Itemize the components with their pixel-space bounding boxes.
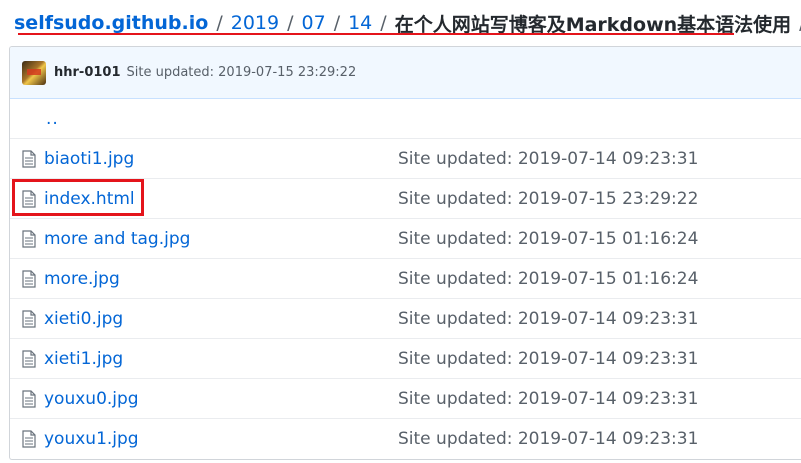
file-name-link[interactable]: biaoti1.jpg <box>44 149 134 169</box>
file-row: youxu1.jpg Site updated: 2019-07-14 09:2… <box>10 419 801 459</box>
latest-commit-bar: hhr-0101 Site updated: 2019-07-15 23:29:… <box>10 47 801 99</box>
commit-author-link[interactable]: hhr-0101 <box>54 65 121 80</box>
commit-message: Site updated: 2019-07-15 23:29:22 <box>126 65 357 80</box>
parent-directory-link[interactable]: .. <box>46 109 59 129</box>
file-icon <box>22 269 36 288</box>
breadcrumb-repo-link[interactable]: selfsudo.github.io <box>14 12 208 34</box>
breadcrumb-year-link[interactable]: 2019 <box>231 12 279 34</box>
file-name-link[interactable]: youxu0.jpg <box>44 389 139 409</box>
file-row: xieti1.jpg Site updated: 2019-07-14 09:2… <box>10 339 801 379</box>
file-commit-message[interactable]: Site updated: 2019-07-14 09:23:31 <box>398 309 698 329</box>
red-underline-annotation <box>18 33 734 35</box>
file-commit-message[interactable]: Site updated: 2019-07-15 23:29:22 <box>398 189 698 209</box>
file-commit-message[interactable]: Site updated: 2019-07-14 09:23:31 <box>398 149 698 169</box>
file-row: biaoti1.jpg Site updated: 2019-07-14 09:… <box>10 139 801 179</box>
file-commit-message[interactable]: Site updated: 2019-07-15 01:16:24 <box>398 269 698 289</box>
breadcrumb-month-link[interactable]: 07 <box>302 12 326 34</box>
file-icon <box>22 189 36 208</box>
file-icon <box>22 349 36 368</box>
file-commit-message[interactable]: Site updated: 2019-07-14 09:23:31 <box>398 349 698 369</box>
breadcrumb-separator: / <box>287 12 294 34</box>
breadcrumb-separator: / <box>380 12 387 34</box>
file-commit-message[interactable]: Site updated: 2019-07-14 09:23:31 <box>398 429 698 449</box>
file-icon <box>22 309 36 328</box>
file-listing: hhr-0101 Site updated: 2019-07-15 23:29:… <box>9 46 801 460</box>
file-name-link[interactable]: more.jpg <box>44 269 120 289</box>
file-icon <box>22 229 36 248</box>
file-name-link[interactable]: more and tag.jpg <box>44 229 190 249</box>
file-name-link[interactable]: xieti0.jpg <box>44 309 123 329</box>
file-row: youxu0.jpg Site updated: 2019-07-14 09:2… <box>10 379 801 419</box>
avatar[interactable] <box>22 60 46 85</box>
file-icon <box>22 389 36 408</box>
file-icon <box>22 149 36 168</box>
file-commit-message[interactable]: Site updated: 2019-07-14 09:23:31 <box>398 389 698 409</box>
file-icon <box>22 430 36 448</box>
file-row: more.jpg Site updated: 2019-07-15 01:16:… <box>10 259 801 299</box>
file-commit-message[interactable]: Site updated: 2019-07-15 01:16:24 <box>398 229 698 249</box>
breadcrumb-separator: / <box>333 12 341 34</box>
file-row: xieti0.jpg Site updated: 2019-07-14 09:2… <box>10 299 801 339</box>
parent-directory-row: .. <box>10 99 801 139</box>
file-name-link[interactable]: index.html <box>44 189 135 209</box>
breadcrumb-day-link[interactable]: 14 <box>348 12 372 34</box>
file-name-link[interactable]: xieti1.jpg <box>44 349 123 369</box>
file-name-link[interactable]: youxu1.jpg <box>44 429 139 449</box>
file-row: index.html Site updated: 2019-07-15 23:2… <box>10 179 801 219</box>
file-row: more and tag.jpg Site updated: 2019-07-1… <box>10 219 801 259</box>
breadcrumb-separator: / <box>216 12 223 34</box>
